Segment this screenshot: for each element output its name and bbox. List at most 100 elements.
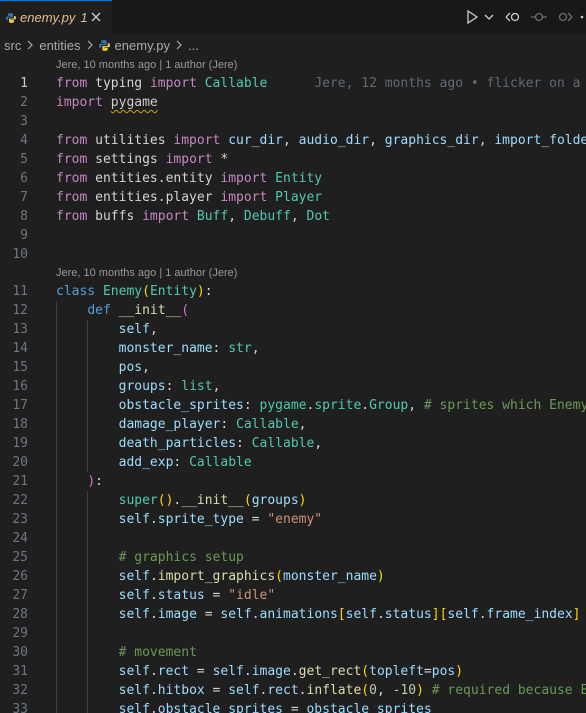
code-token: : bbox=[236, 436, 252, 451]
code-text: self.import_graphics(monster_name) bbox=[56, 567, 385, 586]
code-token: = bbox=[189, 664, 213, 679]
code-token: , bbox=[314, 436, 323, 451]
code-line[interactable]: 6 from entities.entity import Entity bbox=[0, 169, 586, 188]
code-text: groups: list, bbox=[56, 377, 221, 396]
code-text: obstacle_sprites: pygame.sprite.Group, #… bbox=[56, 396, 586, 415]
code-token: Callable bbox=[189, 455, 252, 470]
code-token: : bbox=[165, 379, 182, 394]
code-token: typing bbox=[95, 76, 143, 91]
code-text: # graphics setup bbox=[56, 548, 244, 567]
codelens-blame[interactable]: Jere, 10 months ago | 1 author (Jere) bbox=[56, 265, 237, 281]
git-commit-icon[interactable] bbox=[530, 8, 548, 26]
code-token: death_particles bbox=[118, 436, 237, 451]
code-token: self bbox=[228, 683, 260, 698]
code-token: from bbox=[56, 190, 88, 205]
code-token: ) bbox=[298, 493, 307, 508]
code-token: ] bbox=[572, 607, 581, 622]
code-token: Group bbox=[369, 398, 409, 413]
code-line[interactable]: 2 import pygame bbox=[0, 93, 586, 112]
more-actions-icon[interactable] bbox=[578, 8, 586, 26]
line-number: 26 bbox=[12, 569, 28, 584]
line-number: 22 bbox=[12, 493, 28, 508]
chevron-right-icon bbox=[27, 40, 34, 50]
code-line[interactable]: 5 from settings import * bbox=[0, 150, 586, 169]
code-line[interactable]: 10 bbox=[0, 245, 586, 264]
code-token: inflate bbox=[306, 683, 362, 698]
code-token: = bbox=[423, 664, 432, 679]
line-number: 8 bbox=[20, 209, 28, 224]
code-token: self bbox=[118, 588, 150, 603]
code-token: = bbox=[204, 683, 229, 698]
code-token: Debuff bbox=[243, 209, 291, 224]
code-token: * bbox=[212, 152, 229, 167]
line-number: 5 bbox=[20, 152, 28, 167]
code-line[interactable]: 8 from buffs import Buff, Debuff, Dot bbox=[0, 207, 586, 226]
code-line[interactable]: 7 from entities.player import Player bbox=[0, 188, 586, 207]
code-line[interactable]: 21 ): bbox=[0, 472, 586, 491]
code-line[interactable]: 1 from typing import Callable Jere, 12 mo… bbox=[0, 74, 586, 93]
code-token: add_exp bbox=[118, 455, 174, 470]
code-token: # movement bbox=[118, 645, 197, 660]
go-back-icon[interactable] bbox=[504, 8, 522, 26]
code-token: obstacle_sprites bbox=[306, 702, 432, 713]
code-token: entities.player bbox=[87, 190, 221, 205]
code-token: Dot bbox=[306, 209, 330, 224]
line-number: 28 bbox=[12, 607, 28, 622]
code-token: audio_dir bbox=[298, 133, 370, 148]
code-token: import bbox=[149, 76, 197, 91]
code-token: , bbox=[251, 341, 260, 356]
code-token: . bbox=[290, 664, 299, 679]
code-editor[interactable]: Jere, 10 months ago | 1 author (Jere) 1 fr… bbox=[0, 56, 586, 713]
chevron-down-icon[interactable] bbox=[484, 8, 494, 26]
code-line[interactable]: 11 class Enemy(Entity): bbox=[0, 282, 586, 301]
code-token: , bbox=[408, 398, 424, 413]
code-token: Player bbox=[275, 190, 323, 205]
close-icon[interactable] bbox=[88, 9, 104, 25]
line-number: 21 bbox=[12, 474, 28, 489]
line-number: 1 bbox=[20, 76, 28, 91]
go-forward-icon[interactable] bbox=[556, 8, 574, 26]
breadcrumb-entities[interactable]: entities bbox=[39, 38, 80, 53]
tab-enemy-py[interactable]: enemy.py 1 bbox=[0, 0, 112, 34]
code-token: . bbox=[298, 683, 307, 698]
code-token: : bbox=[173, 455, 190, 470]
python-file-icon bbox=[6, 12, 16, 23]
code-token: "idle" bbox=[228, 588, 276, 603]
code-token: ) bbox=[87, 474, 96, 489]
code-text: self.hitbox = self.rect.inflate(0, -10) … bbox=[56, 681, 586, 700]
code-text: def __init__( bbox=[56, 301, 189, 320]
code-line[interactable]: 12 def __init__( bbox=[0, 301, 586, 320]
code-token: self bbox=[118, 322, 150, 337]
code-token: : bbox=[204, 284, 213, 299]
code-token: import bbox=[220, 171, 268, 186]
code-text: from buffs import Buff, Debuff, Dot bbox=[56, 207, 330, 226]
code-token: ( bbox=[361, 683, 370, 698]
breadcrumb-file[interactable]: enemy.py bbox=[115, 38, 170, 53]
code-token: rect bbox=[267, 683, 299, 698]
code-token: monster_name bbox=[283, 569, 377, 584]
code-text: self.sprite_type = "enemy" bbox=[56, 510, 323, 529]
code-line[interactable]: 3 bbox=[0, 112, 586, 131]
run-icon[interactable] bbox=[465, 8, 479, 26]
line-number: 15 bbox=[12, 360, 28, 375]
code-token: Callable bbox=[204, 76, 268, 91]
code-token: settings bbox=[87, 152, 166, 167]
code-token: from bbox=[56, 76, 88, 91]
code-line[interactable]: 4 from utilities import cur_dir, audio_di… bbox=[0, 131, 586, 150]
line-number: 20 bbox=[12, 455, 28, 470]
code-token: , bbox=[478, 133, 495, 148]
code-text: from settings import * bbox=[56, 150, 228, 169]
codelens-blame[interactable]: Jere, 10 months ago | 1 author (Jere) bbox=[56, 57, 237, 73]
code-token: , bbox=[298, 417, 307, 432]
code-token: . bbox=[149, 588, 158, 603]
line-number: 12 bbox=[12, 303, 28, 318]
code-line[interactable]: 9 bbox=[0, 226, 586, 245]
code-token: super bbox=[118, 493, 158, 508]
breadcrumb-src[interactable]: src bbox=[4, 38, 21, 53]
breadcrumb-more[interactable]: ... bbox=[188, 38, 199, 53]
code-token: . bbox=[149, 683, 158, 698]
code-token: . bbox=[149, 702, 158, 713]
code-token: def bbox=[87, 303, 111, 318]
